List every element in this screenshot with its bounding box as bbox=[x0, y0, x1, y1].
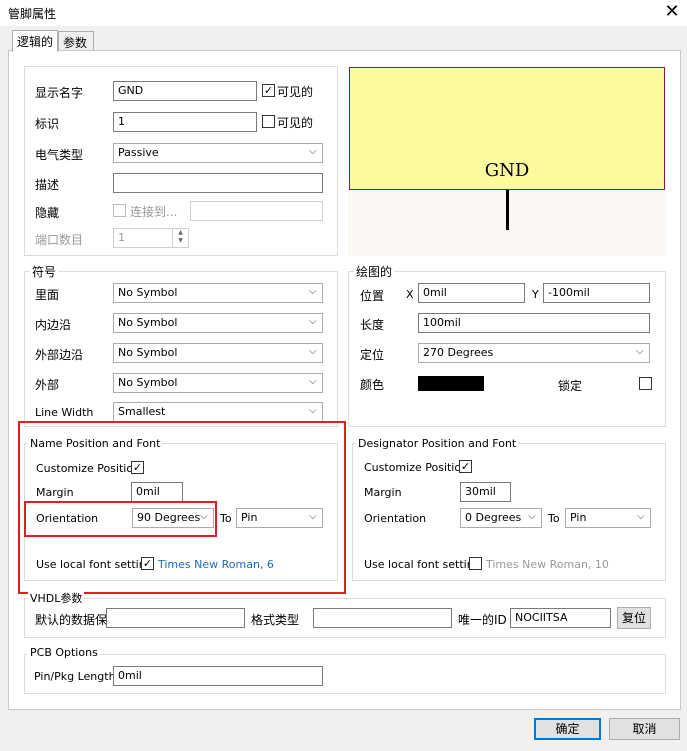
chevron-down-icon: ⌵ bbox=[309, 405, 317, 416]
designator-margin-input[interactable]: 30mil bbox=[460, 482, 511, 502]
designator-visible-label: 可见的 bbox=[277, 116, 314, 130]
description-input[interactable] bbox=[113, 173, 323, 193]
port-count-label: 端口数目 bbox=[35, 233, 84, 247]
designator-to-select[interactable]: Pin ⌵ bbox=[565, 508, 651, 528]
designator-orientation-label: Orientation bbox=[364, 512, 427, 525]
designator-margin-label: Margin bbox=[364, 486, 402, 499]
format-type-input[interactable] bbox=[313, 608, 452, 628]
cancel-button[interactable]: 取消 bbox=[609, 718, 680, 740]
outside-edge-label: 外部边沿 bbox=[35, 348, 84, 362]
location-x-input[interactable]: 0mil bbox=[418, 283, 525, 303]
color-label: 颜色 bbox=[360, 378, 385, 392]
lock-checkbox[interactable] bbox=[639, 377, 652, 390]
designator-orientation-value: 0 Degrees bbox=[465, 511, 522, 524]
reset-id-button[interactable]: 复位 bbox=[617, 607, 651, 629]
pcb-options-group-title: PCB Options bbox=[28, 646, 100, 659]
default-data-label: 默认的数据保 bbox=[35, 613, 108, 627]
display-name-label: 显示名字 bbox=[35, 86, 84, 100]
hidden-label: 隐藏 bbox=[35, 206, 60, 220]
spinner-icon[interactable]: ▲ ▼ bbox=[172, 229, 188, 247]
close-icon[interactable]: ✕ bbox=[662, 2, 682, 22]
pin-preview-line bbox=[506, 190, 509, 230]
outside-symbol-select[interactable]: No Symbol ⌵ bbox=[113, 373, 323, 393]
y-label: Y bbox=[532, 288, 539, 301]
outside-label: 外部 bbox=[35, 378, 60, 392]
line-width-value: Smallest bbox=[118, 405, 166, 418]
designator-customize-checkbox[interactable]: ✓ bbox=[459, 460, 472, 473]
display-name-visible-checkbox[interactable]: ✓ bbox=[262, 84, 275, 97]
inside-label: 里面 bbox=[35, 288, 60, 302]
window-title: 管脚属性 bbox=[8, 7, 57, 21]
designator-orientation-select[interactable]: 0 Degrees ⌵ bbox=[460, 508, 542, 528]
electrical-type-label: 电气类型 bbox=[35, 148, 84, 162]
location-label: 位置 bbox=[360, 289, 385, 303]
designator-local-font-label: Use local font setting bbox=[364, 558, 481, 571]
line-width-select[interactable]: Smallest ⌵ bbox=[113, 402, 323, 422]
outside-symbol-value: No Symbol bbox=[118, 376, 178, 389]
electrical-type-value: Passive bbox=[118, 146, 159, 159]
highlight-orientation-box bbox=[24, 501, 217, 537]
port-count-input[interactable]: 1 ▲ ▼ bbox=[113, 228, 189, 248]
pin-preview-name: GND bbox=[484, 160, 530, 181]
unique-id-input[interactable]: NOCIITSA bbox=[510, 608, 611, 628]
chevron-down-icon: ⌵ bbox=[309, 346, 317, 357]
designator-visible-checkbox[interactable] bbox=[262, 115, 275, 128]
orientation-label: 定位 bbox=[360, 348, 385, 362]
chevron-down-icon: ⌵ bbox=[309, 376, 317, 387]
pin-pkg-length-input[interactable]: 0mil bbox=[113, 666, 323, 686]
hidden-checkbox[interactable] bbox=[113, 204, 126, 217]
length-input[interactable]: 100mil bbox=[418, 313, 650, 333]
x-label: X bbox=[406, 288, 414, 301]
designator-font-group-title: Designator Position and Font bbox=[356, 437, 519, 450]
location-y-input[interactable]: -100mil bbox=[543, 283, 650, 303]
chevron-down-icon: ⌵ bbox=[309, 286, 317, 297]
connect-to-label: 连接到... bbox=[130, 205, 178, 219]
pin-pkg-length-label: Pin/Pkg Length bbox=[34, 670, 116, 683]
inside-symbol-value: No Symbol bbox=[118, 286, 178, 299]
designator-to-label: To bbox=[548, 512, 560, 525]
inside-edge-value: No Symbol bbox=[118, 316, 178, 329]
inside-edge-select[interactable]: No Symbol ⌵ bbox=[113, 313, 323, 333]
inside-symbol-select[interactable]: No Symbol ⌵ bbox=[113, 283, 323, 303]
outside-edge-value: No Symbol bbox=[118, 346, 178, 359]
designator-input[interactable]: 1 bbox=[113, 112, 257, 132]
ok-button[interactable]: 确定 bbox=[534, 718, 601, 740]
designator-label: 标识 bbox=[35, 117, 60, 131]
chevron-down-icon: ⌵ bbox=[528, 511, 536, 522]
port-count-value: 1 bbox=[118, 231, 125, 244]
outside-edge-select[interactable]: No Symbol ⌵ bbox=[113, 343, 323, 363]
display-name-input[interactable]: GND bbox=[113, 81, 257, 101]
format-type-label: 格式类型 bbox=[251, 613, 300, 627]
designator-to-value: Pin bbox=[570, 511, 587, 524]
vhdl-group-title: VHDL参数 bbox=[28, 590, 85, 606]
graphics-group-title: 绘图的 bbox=[354, 263, 395, 280]
designator-customize-label: Customize Position bbox=[364, 461, 469, 474]
chevron-down-icon: ⌵ bbox=[637, 511, 645, 522]
orientation-value: 270 Degrees bbox=[423, 346, 494, 359]
chevron-down-icon: ⌵ bbox=[309, 316, 317, 327]
designator-local-font-checkbox[interactable] bbox=[469, 557, 482, 570]
unique-id-label: 唯一的ID bbox=[458, 613, 507, 627]
designator-font-link[interactable]: Times New Roman, 10 bbox=[486, 558, 609, 571]
title-bar bbox=[0, 0, 687, 26]
orientation-select[interactable]: 270 Degrees ⌵ bbox=[418, 343, 650, 363]
length-label: 长度 bbox=[360, 318, 385, 332]
inside-edge-label: 内边沿 bbox=[35, 318, 72, 332]
lock-label: 锁定 bbox=[558, 379, 583, 393]
connect-to-input[interactable] bbox=[190, 201, 323, 221]
chevron-down-icon: ⌵ bbox=[309, 146, 317, 157]
description-label: 描述 bbox=[35, 178, 60, 192]
line-width-label: Line Width bbox=[35, 406, 94, 419]
symbols-group-title: 符号 bbox=[30, 263, 59, 280]
default-data-input[interactable] bbox=[106, 608, 245, 628]
electrical-type-select[interactable]: Passive ⌵ bbox=[113, 143, 323, 163]
tab-logical[interactable]: 逻辑的 bbox=[12, 30, 58, 52]
display-name-visible-label: 可见的 bbox=[277, 85, 314, 99]
color-swatch[interactable] bbox=[418, 376, 484, 391]
chevron-down-icon: ⌵ bbox=[636, 346, 644, 357]
tab-parameters[interactable]: 参数 bbox=[58, 31, 94, 51]
